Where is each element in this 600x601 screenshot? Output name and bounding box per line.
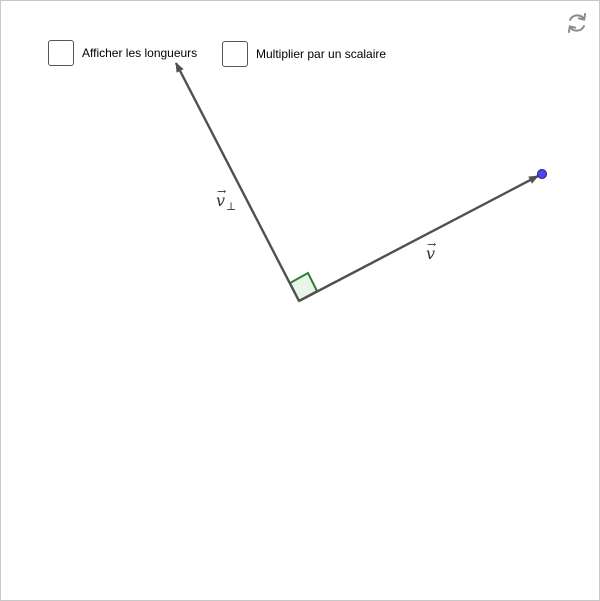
vector-endpoint-point[interactable] <box>537 169 547 179</box>
drawing-canvas[interactable] <box>1 1 599 600</box>
vector-arrow-accent: → <box>217 185 227 198</box>
geogebra-applet: → v⊥ → v Afficher les longueurs Multipli… <box>0 0 600 601</box>
vector-arrow-accent: → <box>427 238 437 251</box>
reset-button[interactable] <box>565 11 589 35</box>
label-v-perp-subscript: ⊥ <box>226 200 237 213</box>
reset-icon <box>568 13 586 33</box>
label-v-perp: → v⊥ <box>216 186 236 212</box>
vector-v-perp[interactable] <box>174 62 301 302</box>
vector-v[interactable] <box>298 174 539 303</box>
checkbox-show-lengths[interactable]: Afficher les longueurs <box>48 40 197 66</box>
checkbox-multiply-scalar-box[interactable] <box>222 41 248 67</box>
checkbox-multiply-scalar-label: Multiplier par un scalaire <box>256 47 387 61</box>
checkbox-show-lengths-box[interactable] <box>48 40 74 66</box>
label-v: → v <box>426 239 436 262</box>
checkbox-multiply-scalar[interactable]: Multiplier par un scalaire <box>222 41 386 67</box>
right-angle-marker <box>288 271 319 303</box>
checkbox-show-lengths-label: Afficher les longueurs <box>82 46 198 60</box>
